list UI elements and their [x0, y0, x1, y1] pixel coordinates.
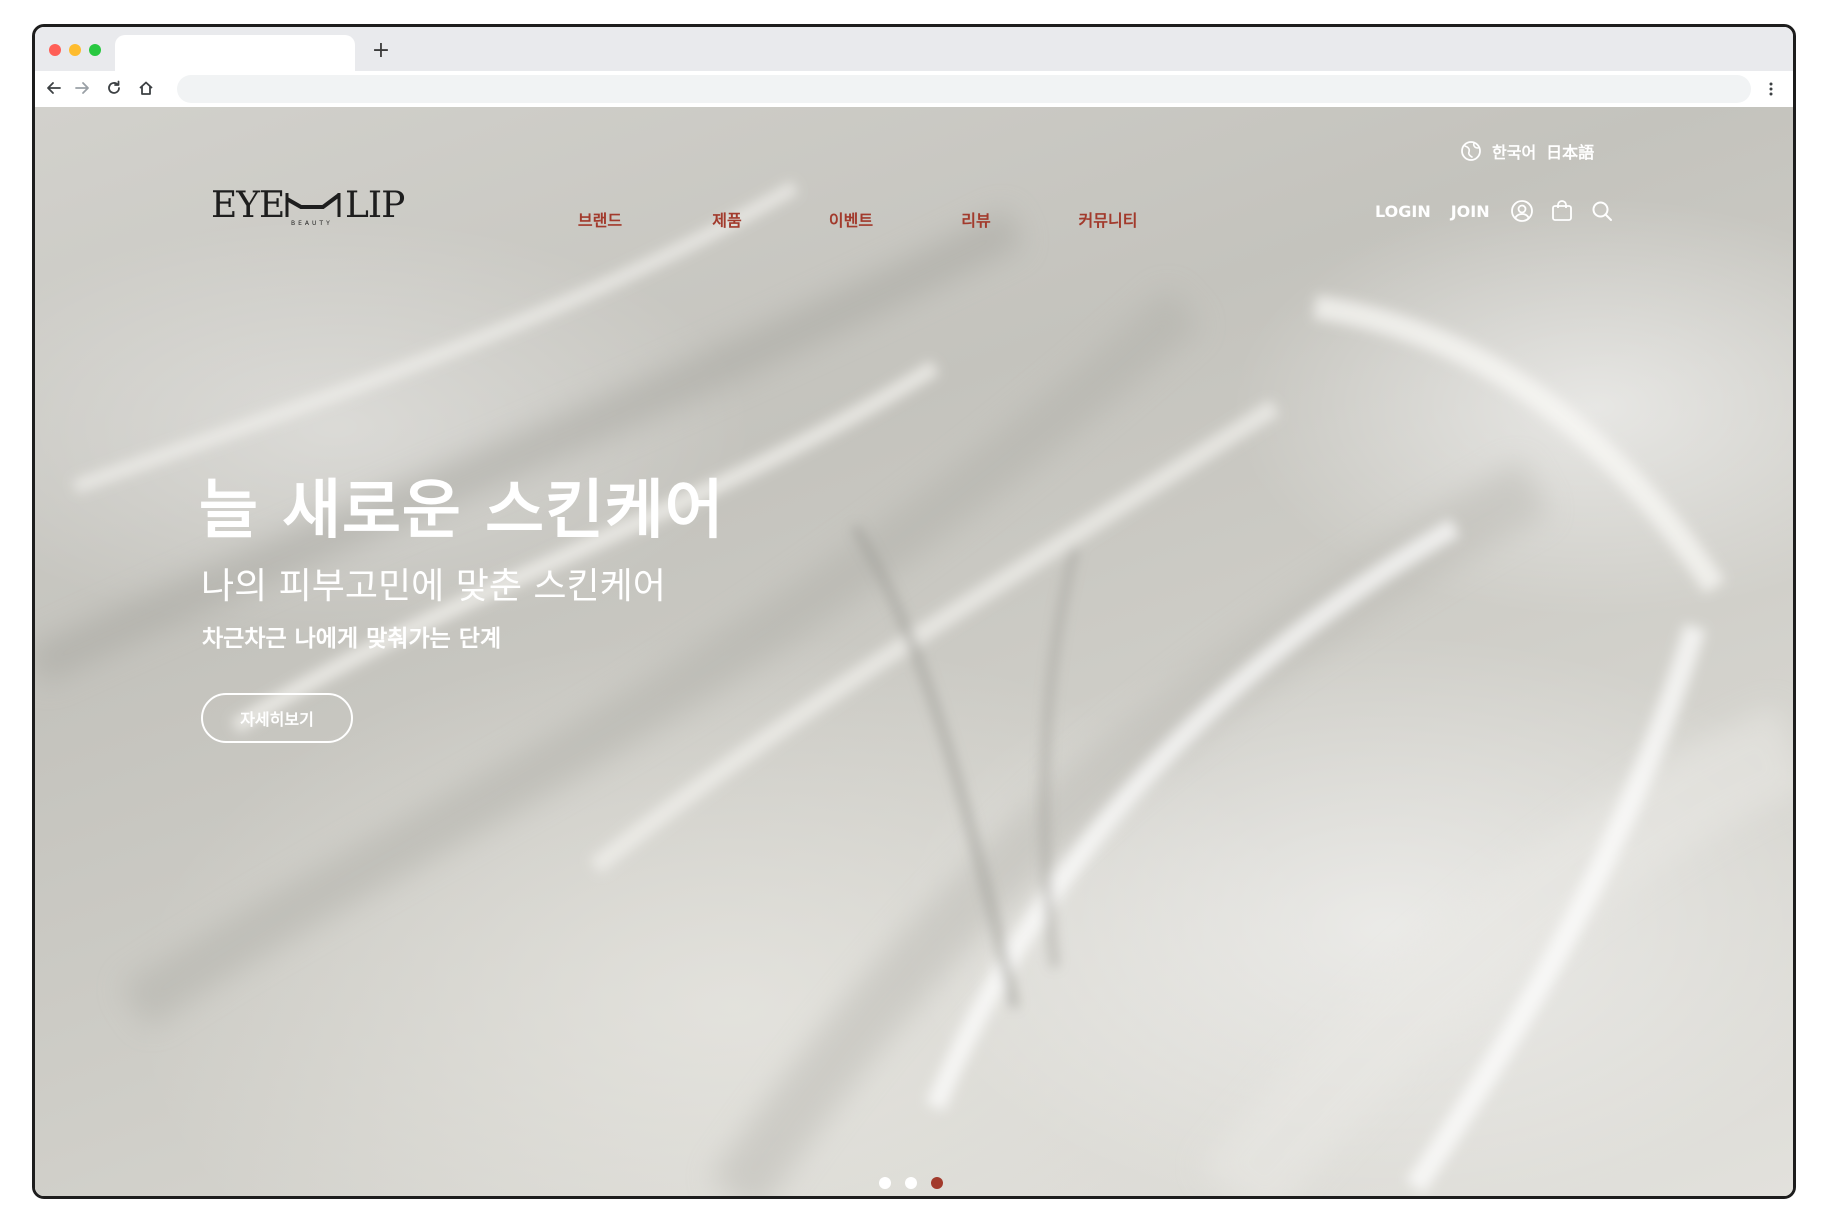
slider-pagination: [879, 1177, 943, 1189]
browser-toolbar: [35, 71, 1793, 107]
nav-item-reviews[interactable]: 리뷰: [961, 207, 990, 231]
reload-button[interactable]: [99, 73, 129, 103]
globe-icon: [1461, 141, 1481, 161]
page-viewport: 한국어 日本語 EYE LIP BEAUTY 브랜드 제품 이벤트 리뷰 커뮤니…: [35, 107, 1793, 1196]
home-button[interactable]: [131, 73, 161, 103]
minimize-window-button[interactable]: [69, 44, 81, 56]
nav-item-community[interactable]: 커뮤니티: [1079, 207, 1138, 231]
new-tab-button[interactable]: +: [365, 35, 397, 67]
shopping-bag-icon: [1551, 200, 1572, 221]
back-button[interactable]: [39, 73, 69, 103]
close-window-button[interactable]: [49, 44, 61, 56]
back-arrow-icon: [47, 82, 61, 94]
hero-subtitle: 나의 피부고민에 맞춘 스킨케어: [201, 566, 666, 607]
brand-logo[interactable]: EYE LIP BEAUTY: [211, 185, 421, 229]
home-icon: [139, 81, 153, 95]
eyenlip-logo: EYE LIP BEAUTY: [211, 185, 405, 227]
language-switch: 한국어 日本語: [1460, 139, 1594, 163]
nav-item-events[interactable]: 이벤트: [829, 207, 873, 231]
search-icon: [1592, 201, 1612, 221]
svg-text:BEAUTY: BEAUTY: [291, 220, 333, 227]
user-icon: [1510, 200, 1533, 222]
browser-window: + 한국어 日本語 EYE LIP BEAUTY 브랜드 제품 이벤트 리뷰 커…: [32, 24, 1796, 1199]
browser-tab[interactable]: [115, 35, 355, 71]
utility-nav: LOGIN JOIN: [1375, 199, 1630, 223]
slide-dot-3[interactable]: [931, 1177, 943, 1189]
reload-icon: [108, 80, 120, 94]
my-page-button[interactable]: [1510, 199, 1534, 223]
forward-button[interactable]: [67, 73, 97, 103]
login-link[interactable]: LOGIN: [1375, 202, 1431, 221]
svg-text:LIP: LIP: [345, 185, 404, 226]
language-korean-link[interactable]: 한국어: [1492, 139, 1536, 163]
svg-text:EYE: EYE: [211, 185, 284, 226]
hero-description: 차근차근 나에게 맞춰가는 단계: [202, 626, 502, 652]
slide-dot-1[interactable]: [879, 1177, 891, 1189]
language-japanese-link[interactable]: 日本語: [1546, 139, 1594, 163]
view-more-button[interactable]: 자세히보기: [201, 693, 353, 743]
cart-button[interactable]: [1550, 199, 1574, 223]
address-bar[interactable]: [177, 75, 1751, 103]
nav-item-products[interactable]: 제품: [712, 207, 741, 231]
tab-strip: +: [35, 27, 1793, 71]
hero-title: 늘 새로운 스킨케어: [199, 474, 725, 548]
nav-item-brand[interactable]: 브랜드: [578, 207, 622, 231]
forward-arrow-icon: [75, 82, 89, 94]
search-button[interactable]: [1590, 199, 1614, 223]
browser-menu-button[interactable]: [1759, 74, 1783, 104]
maximize-window-button[interactable]: [89, 44, 101, 56]
slide-dot-2[interactable]: [905, 1177, 917, 1189]
join-link[interactable]: JOIN: [1451, 202, 1490, 221]
kebab-menu-icon: [1769, 82, 1773, 96]
